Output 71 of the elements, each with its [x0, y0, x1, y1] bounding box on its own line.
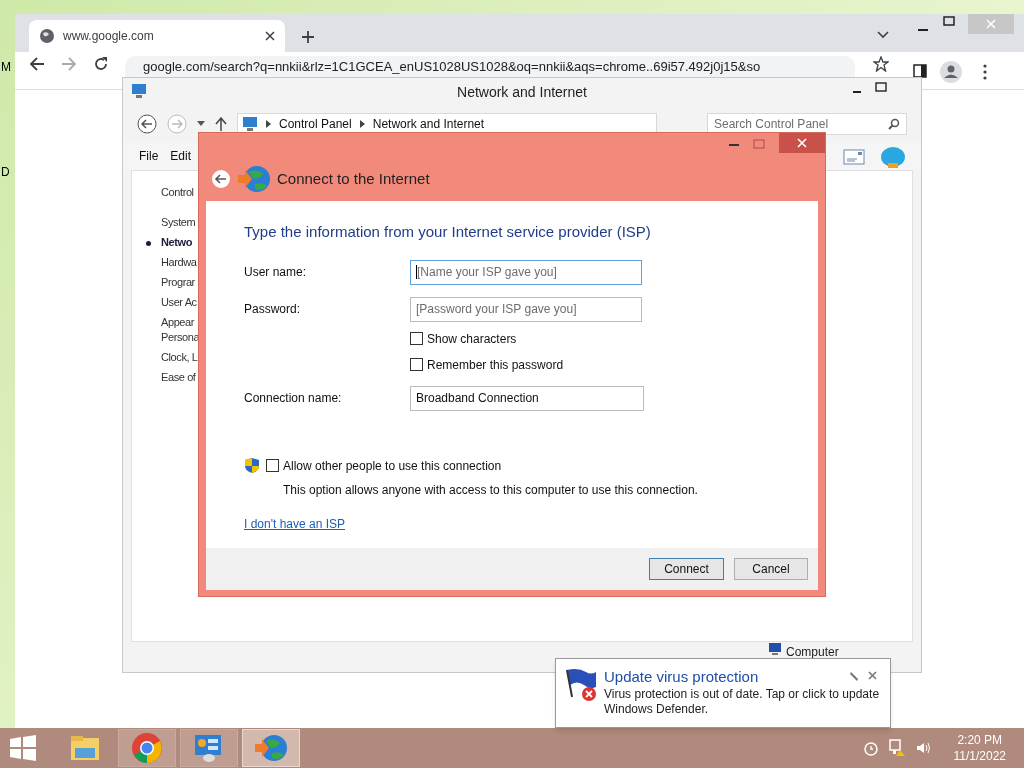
globe-arrow-icon: [254, 733, 288, 763]
close-button[interactable]: [779, 133, 825, 153]
chevron-right-icon: [359, 120, 365, 128]
desktop-label: D: [1, 164, 10, 181]
checkbox-label: Allow other people to use this connection: [283, 457, 502, 475]
text-field[interactable]: [Password your ISP gave you]: [410, 296, 642, 322]
window-title: Network and Internet: [457, 82, 587, 102]
dropdown-arrow-icon[interactable]: [197, 121, 205, 127]
dialog-button[interactable]: Cancel: [734, 558, 808, 580]
up-arrow-icon[interactable]: [215, 117, 227, 131]
address-field[interactable]: google.com/search?q=nnkii&rlz=1C1GCEA_enUS1028US1028&oq=nnkii&aqs=chrome..69i57.492j0j15&so: [125, 56, 855, 77]
envelope-icon[interactable]: [843, 149, 865, 165]
field-label: User name:: [244, 264, 308, 281]
new-tab-icon[interactable]: [301, 30, 315, 44]
dialog-button[interactable]: Connect: [649, 558, 724, 580]
globe-icon: [39, 28, 55, 44]
taskbar-button[interactable]: [242, 729, 300, 767]
text-field[interactable]: Broadband Connection: [410, 385, 644, 411]
taskbar-button[interactable]: [180, 729, 238, 767]
checkbox-label: Show characters: [427, 330, 517, 348]
desktop-label: M: [1, 59, 11, 76]
folder-icon: [70, 734, 100, 762]
search-field[interactable]: Search Control Panel: [707, 113, 907, 135]
profile-icon[interactable]: [940, 61, 962, 83]
menu-item[interactable]: File: [139, 147, 159, 165]
network-warning-icon[interactable]: [887, 739, 906, 757]
field-label: Connection name:: [244, 390, 343, 407]
no-isp-link[interactable]: I don't have an ISP: [244, 514, 346, 533]
notification-title: Update virus protection: [604, 667, 759, 687]
shield-icon: [244, 456, 260, 474]
reload-icon[interactable]: [93, 56, 109, 72]
notification-message: Virus protection is out of date. Tap or click to update Windows Defender.: [604, 687, 881, 717]
checkbox[interactable]: [266, 459, 279, 472]
search-icon: [888, 118, 900, 130]
checkbox[interactable]: [410, 358, 423, 371]
breadcrumb-item[interactable]: Control Panel: [279, 115, 352, 133]
close-icon: [986, 19, 996, 29]
address-bar[interactable]: Control Panel Network and Internet: [237, 113, 657, 135]
taskbar-button[interactable]: [118, 729, 176, 767]
browser-tab[interactable]: www.google.com: [29, 20, 285, 52]
network-icon: [131, 83, 147, 99]
clock-icon[interactable]: [863, 740, 878, 756]
maximize-icon[interactable]: [875, 82, 887, 92]
checkbox-label: Remember this password: [427, 356, 564, 374]
notification-toast[interactable]: Update virus protection Virus protection is out of date. Tap or click to update Windows Defender.: [555, 658, 891, 728]
status-text: Computer: [786, 644, 839, 661]
menu-item[interactable]: Edit: [170, 147, 192, 165]
flag-error-icon: [564, 667, 598, 701]
close-icon: [797, 138, 807, 148]
dialog-heading: Type the information from your Internet service provider (ISP): [244, 222, 652, 242]
close-icon[interactable]: [868, 671, 877, 680]
side-panel-icon[interactable]: [913, 64, 927, 78]
text-field[interactable]: [Name your ISP gave you]: [410, 259, 642, 285]
back-arrow-icon[interactable]: [29, 56, 45, 72]
bookmark-star-icon[interactable]: [873, 56, 889, 72]
chevron-right-icon: [266, 120, 271, 128]
checkbox[interactable]: [410, 332, 423, 345]
more-options-icon[interactable]: [983, 64, 987, 80]
field-label: Password:: [244, 301, 302, 318]
chrome-icon: [131, 732, 163, 764]
network-icon: [242, 116, 258, 132]
option-description: This option allows anyone with access to this computer to use this connection.: [282, 481, 698, 499]
computer-icon: [768, 643, 782, 655]
dialog-title: Connect to the Internet: [277, 168, 430, 189]
speaker-icon[interactable]: [915, 741, 932, 755]
maximize-icon[interactable]: [943, 16, 955, 26]
chevron-down-icon[interactable]: [877, 31, 889, 39]
globe-arrow-icon: [237, 164, 271, 194]
windows-logo-icon[interactable]: [10, 735, 36, 761]
close-icon[interactable]: [265, 31, 275, 41]
breadcrumb-item[interactable]: Network and Internet: [372, 115, 485, 133]
